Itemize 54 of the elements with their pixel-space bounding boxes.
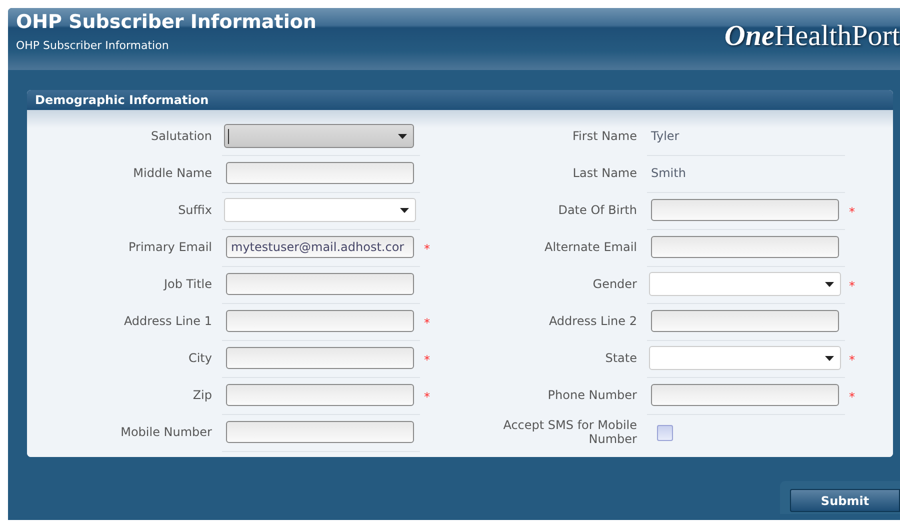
field-label: First Name [572,130,637,144]
section-title: Demographic Information [35,93,209,107]
field-label: State [605,352,637,366]
field-label: Salutation [151,130,212,144]
text-field[interactable] [226,310,414,332]
text-field[interactable] [226,384,414,406]
field-label: Job Title [164,278,212,292]
dropdown-field[interactable] [224,124,414,148]
text-field[interactable] [651,310,839,332]
field-label: Middle Name [133,166,212,180]
required-mark: * [423,242,430,256]
text-field[interactable] [226,162,414,184]
field-label: Mobile Number [120,426,212,440]
required-mark: * [423,353,430,367]
text-field[interactable] [226,421,414,443]
field-label: City [188,352,212,366]
text-field[interactable]: mytestuser@mail.adhost.cor [226,236,414,258]
field-label: Gender [592,278,637,292]
text-field[interactable] [651,199,839,221]
field-value: Smith [651,166,686,180]
caret-icon [398,134,407,138]
field-label: Zip [192,388,212,402]
caret-icon [825,356,834,360]
checkbox[interactable] [657,424,673,440]
required-mark: * [848,353,855,367]
required-mark: * [848,390,855,404]
field-value: Tyler [651,129,680,143]
required-mark: * [423,390,430,404]
window-title: OHP Subscriber Information [16,11,316,33]
text-field[interactable] [226,273,414,295]
field-label: Address Line 2 [548,314,637,328]
required-mark: * [848,279,855,293]
field-label: Accept SMS for Mobile Number [502,419,637,446]
text-field[interactable] [651,384,839,406]
field-label: Address Line 1 [124,314,212,328]
brand-logo: OneHealthPort [724,20,900,54]
submit-button[interactable]: Submit [790,489,900,512]
field-label: Last Name [572,166,637,180]
dropdown-field[interactable] [224,198,416,222]
text-field[interactable] [651,236,839,258]
required-mark: * [848,205,855,219]
text-field[interactable] [226,347,414,369]
required-mark: * [423,316,430,330]
text-cursor-icon [228,128,229,144]
caret-icon [400,208,409,212]
field-label: Date Of Birth [558,204,637,218]
field-label: Primary Email [128,240,212,254]
field-label: Phone Number [548,388,637,402]
dropdown-field[interactable] [649,272,841,296]
window-subtitle: OHP Subscriber Information [16,39,170,52]
dropdown-field[interactable] [649,346,841,370]
field-label: Suffix [178,204,212,218]
caret-icon [825,282,834,286]
field-label: Alternate Email [544,240,637,254]
